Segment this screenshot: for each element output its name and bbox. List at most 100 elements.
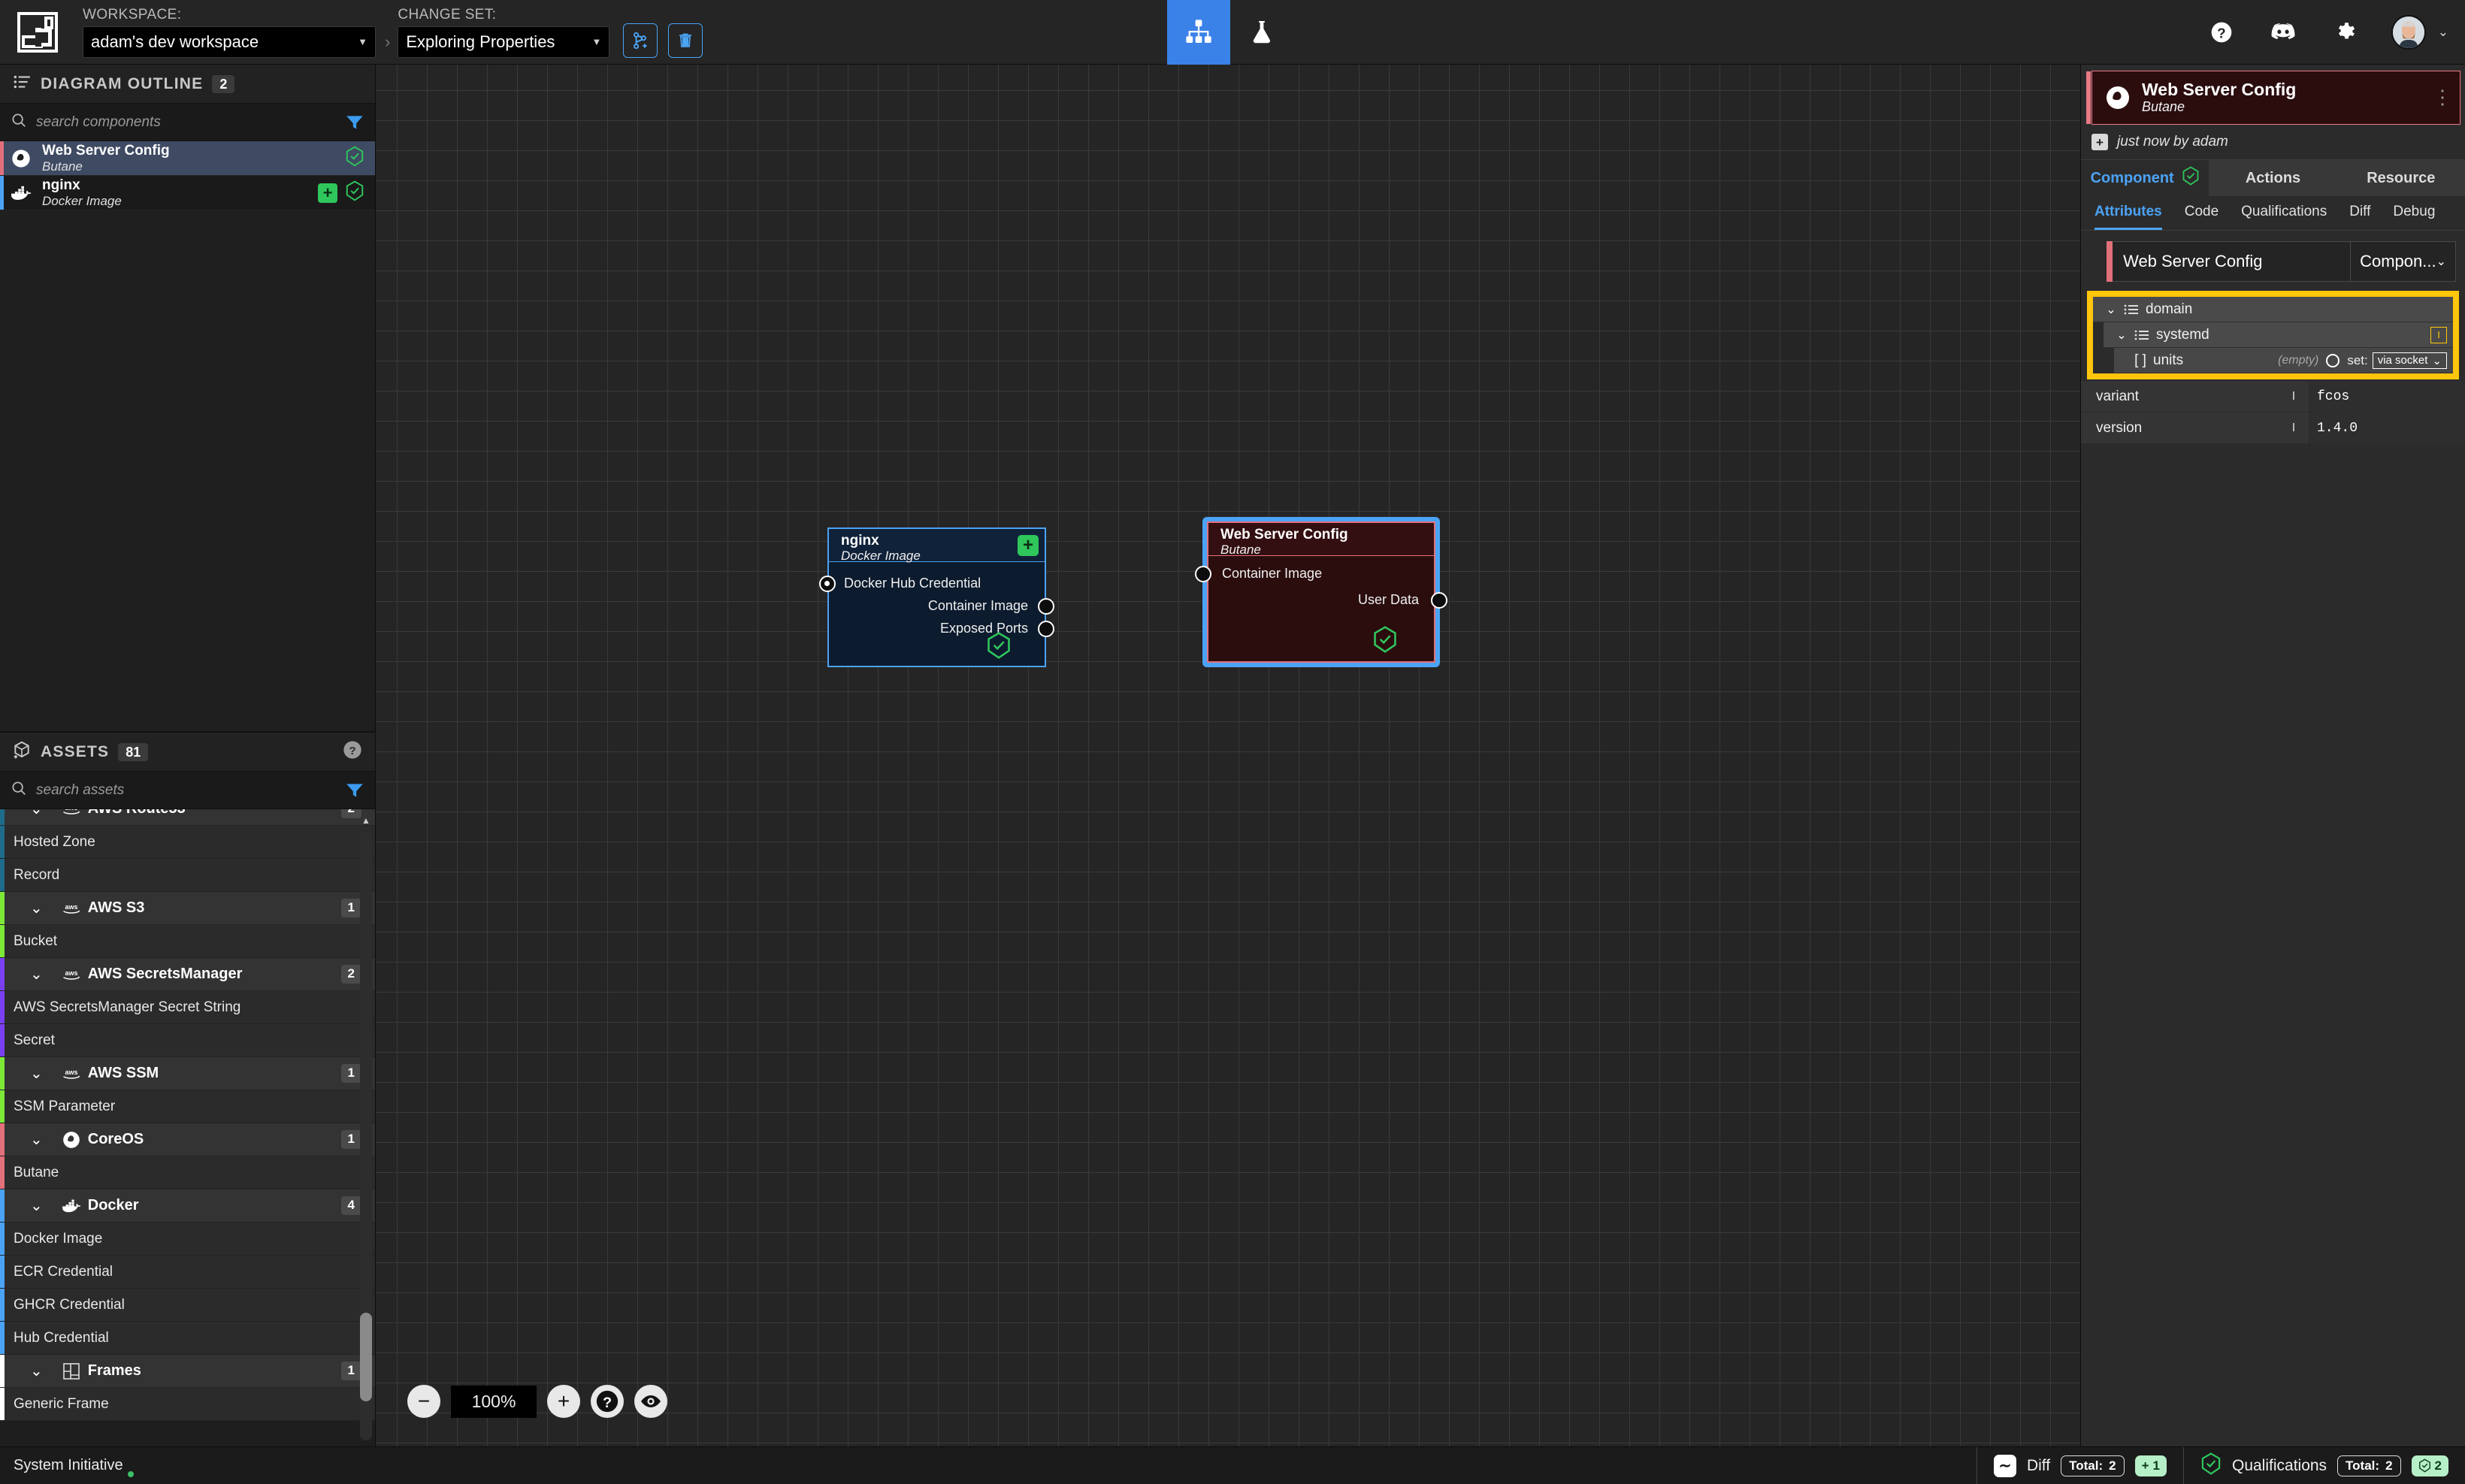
asset-group-docker[interactable]: ⌄ Docker 4 bbox=[0, 1189, 375, 1223]
canvas-node-nginx[interactable]: nginx Docker Image Docker Hub Credential… bbox=[819, 527, 1054, 667]
asset-item-butane[interactable]: Butane bbox=[0, 1156, 375, 1189]
tab-lab[interactable] bbox=[1230, 0, 1293, 65]
canvas-node-web-server-config[interactable]: Web Server Config Butane Container Image… bbox=[1195, 517, 1447, 667]
aws-icon: aws bbox=[55, 968, 88, 981]
status-diff-segment[interactable]: ∼ Diff Total: 2 + 1 bbox=[1977, 1447, 2183, 1484]
subtab-attributes[interactable]: Attributes bbox=[2094, 204, 2162, 230]
subtab-debug[interactable]: Debug bbox=[2393, 204, 2435, 230]
asset-item-ghcr-credential[interactable]: GHCR Credential bbox=[0, 1289, 375, 1322]
assets-scrollbar[interactable]: ▲ ▼ bbox=[360, 815, 372, 1446]
funnel-icon[interactable] bbox=[345, 113, 364, 132]
asset-item-hub-credential[interactable]: Hub Credential bbox=[0, 1322, 375, 1355]
asset-group-name: Docker bbox=[87, 1197, 139, 1213]
asset-group-aws-s3[interactable]: ⌄ aws AWS S3 1 bbox=[0, 892, 375, 925]
qualification-check-icon bbox=[345, 146, 364, 171]
chevron-down-icon[interactable]: ⌄ bbox=[30, 1362, 43, 1380]
asset-group-coreos[interactable]: ⌄ CoreOS 1 bbox=[0, 1123, 375, 1156]
component-header-card[interactable]: Web Server Config Butane ⋮ bbox=[2086, 71, 2460, 125]
asset-item-hosted-zone[interactable]: Hosted Zone bbox=[0, 826, 375, 859]
tab-actions[interactable]: Actions bbox=[2209, 160, 2337, 196]
scroll-up-arrow[interactable]: ▲ bbox=[361, 815, 371, 826]
tab-component[interactable]: Component bbox=[2081, 160, 2209, 196]
asset-item-docker-image[interactable]: Docker Image bbox=[0, 1223, 375, 1256]
gear-icon[interactable] bbox=[2330, 17, 2360, 47]
asset-item-record[interactable]: Record bbox=[0, 859, 375, 892]
chevron-down-icon[interactable]: ⌄ bbox=[30, 1064, 43, 1083]
workspace-label: WORKSPACE: bbox=[83, 6, 182, 23]
zoom-out-button[interactable]: − bbox=[407, 1385, 440, 1418]
outline-item-nginx[interactable]: nginx Docker Image + bbox=[0, 176, 375, 210]
attr-value[interactable]: fcos bbox=[2307, 381, 2465, 413]
component-type-select[interactable]: Compon... ⌄ bbox=[2351, 241, 2456, 282]
si-logo[interactable] bbox=[0, 0, 75, 65]
chevron-down-icon[interactable]: ⌄ bbox=[30, 965, 43, 984]
changeset-select[interactable]: Exploring Properties ▼ bbox=[398, 26, 610, 58]
asset-group-aws-secretsmanager[interactable]: ⌄ aws AWS SecretsManager 2 bbox=[0, 958, 375, 991]
zoom-level-value[interactable]: 100% bbox=[451, 1385, 537, 1418]
attr-value[interactable]: 1.4.0 bbox=[2307, 413, 2465, 444]
chevron-down-icon[interactable]: ⌄ bbox=[2438, 25, 2448, 40]
text-cursor-icon[interactable]: I bbox=[2430, 326, 2447, 343]
asset-item-aws-secretsmanager-secret-string[interactable]: AWS SecretsManager Secret String bbox=[0, 991, 375, 1024]
tab-model[interactable] bbox=[1167, 0, 1230, 65]
asset-item-bucket[interactable]: Bucket bbox=[0, 925, 375, 958]
subtab-qualifications[interactable]: Qualifications bbox=[2241, 204, 2327, 230]
subtab-diff[interactable]: Diff bbox=[2349, 204, 2370, 230]
diagram-canvas[interactable]: nginx Docker Image Docker Hub Credential… bbox=[376, 65, 2080, 1446]
input-socket-docker-hub-credential[interactable] bbox=[819, 576, 836, 592]
chevron-down-icon[interactable]: ⌄ bbox=[2111, 328, 2132, 343]
attr-row-systemd[interactable]: ⌄ systemd I bbox=[2104, 322, 2453, 348]
delete-changeset-button[interactable] bbox=[668, 23, 703, 58]
chevron-down-icon[interactable]: ⌄ bbox=[2101, 302, 2122, 317]
text-cursor-icon[interactable]: I bbox=[2280, 381, 2307, 413]
funnel-icon[interactable] bbox=[345, 781, 364, 800]
asset-item-secret[interactable]: Secret bbox=[0, 1024, 375, 1057]
attr-row-variant[interactable]: variant I fcos bbox=[2081, 381, 2465, 413]
canvas-visibility-button[interactable] bbox=[634, 1385, 667, 1418]
canvas-help-button[interactable]: ? bbox=[591, 1385, 624, 1418]
component-type-value: Compon... bbox=[2360, 252, 2436, 271]
chevron-down-icon[interactable]: ⌄ bbox=[30, 1196, 43, 1215]
scrollbar-thumb[interactable] bbox=[360, 1313, 372, 1401]
workspace-select[interactable]: adam's dev workspace ▼ bbox=[83, 26, 376, 58]
component-color-swatch[interactable] bbox=[2107, 241, 2113, 282]
input-socket-container-image[interactable] bbox=[1195, 566, 1211, 582]
asset-item-ssm-parameter[interactable]: SSM Parameter bbox=[0, 1090, 375, 1123]
attr-row-version[interactable]: version I 1.4.0 bbox=[2081, 413, 2465, 444]
search-components-input[interactable] bbox=[36, 113, 336, 131]
discord-icon[interactable] bbox=[2268, 17, 2298, 47]
attr-row-domain[interactable]: ⌄ domain bbox=[2093, 297, 2453, 322]
help-circle-icon[interactable]: ? bbox=[2206, 17, 2237, 47]
chevron-down-icon[interactable]: ⌄ bbox=[30, 899, 43, 917]
output-socket-user-data[interactable] bbox=[1431, 592, 1447, 609]
asset-group-aws-ssm[interactable]: ⌄ aws AWS SSM 1 bbox=[0, 1057, 375, 1090]
accent-bar bbox=[0, 1057, 5, 1090]
output-socket-exposed-ports[interactable] bbox=[1038, 621, 1054, 637]
asset-group-aws-route53[interactable]: ⌄ aws AWS Route53 2 bbox=[0, 809, 375, 826]
search-assets-input[interactable] bbox=[36, 781, 336, 799]
asset-group-frames[interactable]: ⌄ Frames 1 bbox=[0, 1355, 375, 1388]
asset-item-generic-frame[interactable]: Generic Frame bbox=[0, 1388, 375, 1421]
component-name-input[interactable] bbox=[2113, 241, 2352, 282]
subtab-code[interactable]: Code bbox=[2185, 204, 2218, 230]
text-cursor-icon[interactable]: I bbox=[2280, 413, 2307, 444]
attr-set-source-select[interactable]: via socket ⌄ bbox=[2372, 352, 2447, 369]
kebab-menu-icon[interactable]: ⋮ bbox=[2433, 88, 2452, 107]
avatar[interactable] bbox=[2391, 15, 2426, 50]
component-meta-text: just now by adam bbox=[2117, 134, 2228, 150]
workspace-field: WORKSPACE: adam's dev workspace ▼ bbox=[83, 0, 376, 65]
attr-row-units[interactable]: [ ] units (empty) set: via socket ⌄ bbox=[2114, 348, 2453, 373]
outline-item-web-server-config[interactable]: Web Server Config Butane bbox=[0, 141, 375, 176]
status-qualifications-segment[interactable]: Qualifications Total: 2 2 bbox=[2184, 1447, 2465, 1484]
node-add-badge[interactable]: + bbox=[1018, 535, 1039, 556]
tab-resource[interactable]: Resource bbox=[2336, 160, 2465, 196]
outline-item-subtitle: Docker Image bbox=[42, 193, 122, 208]
chevron-down-icon[interactable]: ⌄ bbox=[30, 1130, 43, 1149]
create-changeset-button[interactable] bbox=[623, 23, 658, 58]
help-circle-icon[interactable]: ? bbox=[342, 739, 363, 764]
asset-item-ecr-credential[interactable]: ECR Credential bbox=[0, 1256, 375, 1289]
zoom-in-button[interactable]: + bbox=[547, 1385, 580, 1418]
output-socket-container-image[interactable] bbox=[1038, 598, 1054, 615]
chevron-down-icon[interactable]: ⌄ bbox=[30, 809, 43, 818]
attr-status-circle-icon bbox=[2326, 353, 2340, 367]
